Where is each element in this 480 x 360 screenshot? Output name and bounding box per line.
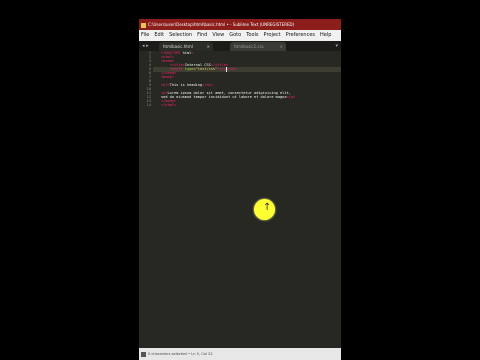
- sublime-window: C:\Users\user\Desktop\html\basic.html • …: [139, 19, 341, 360]
- line-number: 14: [146, 103, 151, 107]
- code-editor[interactable]: 1 2 3 4 5 6 7 8 9 10 11 12 13 14 <!DOCTY…: [139, 51, 341, 348]
- menu-bar: File Edit Selection Find View Goto Tools Projec…: [139, 30, 341, 41]
- status-bar: 0 characters selected • Ln 5, Col 22: [139, 348, 341, 360]
- tab-dropdown-icon[interactable]: ▾: [335, 42, 338, 50]
- menu-view[interactable]: View: [212, 32, 224, 38]
- code-line: <h1>This is heading</h1>: [161, 83, 213, 87]
- tab-bar: ◂ ▸ htmlbasic.html × htmlbasic2.css × ▾: [139, 41, 341, 51]
- tab-htmlbasic-html[interactable]: htmlbasic.html ×: [159, 42, 213, 51]
- menu-find[interactable]: Find: [197, 32, 207, 38]
- window-title: C:\Users\user\Desktop\html\basic.html • …: [148, 22, 295, 27]
- menu-file[interactable]: File: [141, 32, 149, 38]
- tab-label: htmlbasic.html: [163, 44, 193, 49]
- code-line: <body>: [161, 75, 174, 79]
- status-text: 0 characters selected • Ln 5, Col 22: [148, 352, 213, 356]
- line-gutter: 1 2 3 4 5 6 7 8 9 10 11 12 13 14: [139, 51, 153, 348]
- code-line: </html>: [161, 103, 177, 107]
- menu-edit[interactable]: Edit: [154, 32, 164, 38]
- close-icon[interactable]: ×: [207, 42, 210, 51]
- menu-tools[interactable]: Tools: [246, 32, 258, 38]
- panel-toggle-icon[interactable]: [141, 351, 146, 357]
- close-icon[interactable]: ×: [280, 42, 283, 51]
- mouse-pointer-highlight: ↑: [254, 199, 275, 220]
- menu-preferences[interactable]: Preferences: [286, 32, 315, 38]
- title-bar: C:\Users\user\Desktop\html\basic.html • …: [139, 19, 341, 30]
- menu-help[interactable]: Help: [320, 32, 331, 38]
- text-cursor: [226, 67, 227, 72]
- sublime-app-icon: [141, 22, 146, 28]
- tab-label: htmlbasic2.css: [234, 44, 264, 49]
- code-line: sed do eiusmod tempor incididunt ut labo…: [161, 95, 296, 99]
- cursor-arrow-icon: ↑: [263, 202, 272, 213]
- tab-htmlbasic2-css[interactable]: htmlbasic2.css ×: [230, 42, 286, 51]
- menu-goto[interactable]: Goto: [229, 32, 241, 38]
- menu-project[interactable]: Project: [264, 32, 281, 38]
- tab-nav-arrows-icon[interactable]: ◂ ▸: [142, 42, 149, 50]
- menu-selection[interactable]: Selection: [169, 32, 192, 38]
